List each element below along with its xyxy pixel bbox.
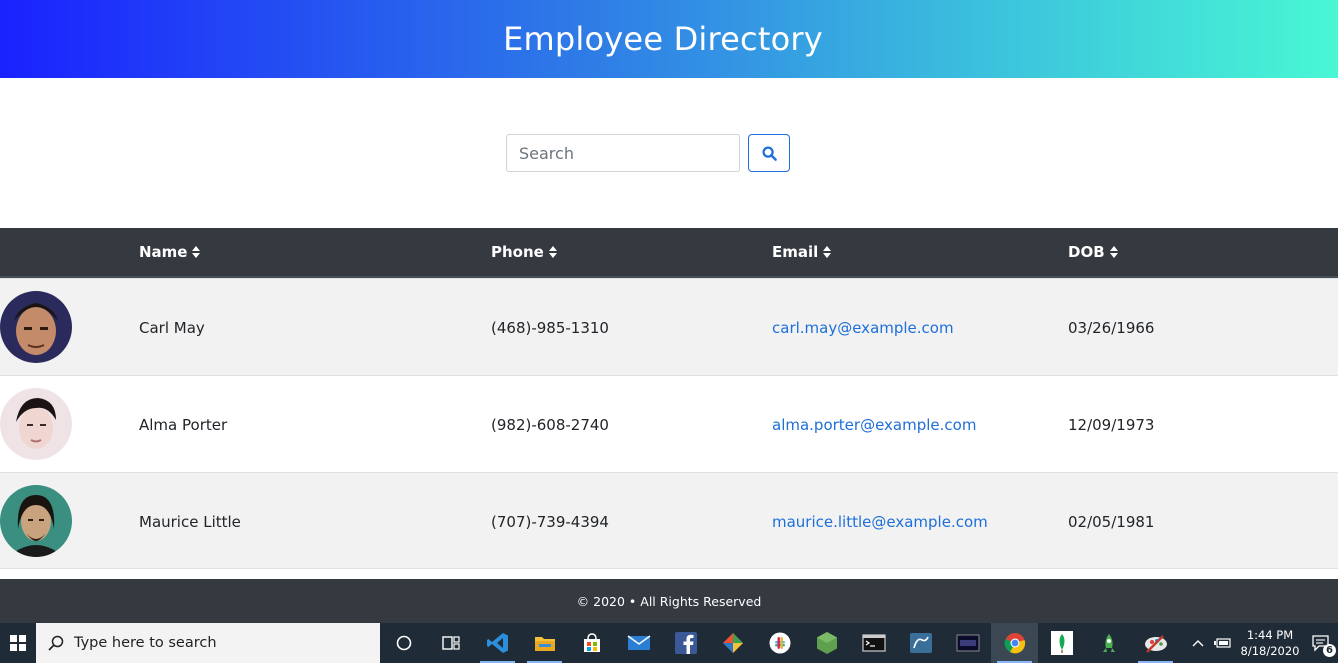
column-header-label: Email [772, 243, 819, 261]
robo3t-icon [1102, 634, 1115, 652]
battery-button[interactable] [1210, 623, 1236, 663]
employee-phone: (468)-985-1310 [491, 319, 609, 337]
avatar [0, 388, 72, 460]
taskbar-clock[interactable]: 1:44 PM 8/18/2020 [1236, 627, 1304, 659]
facebook-icon [674, 632, 697, 654]
employee-dob: 02/05/1981 [1068, 513, 1155, 531]
sort-icon [192, 246, 201, 258]
sort-icon [823, 246, 832, 258]
column-header-email[interactable]: Email [772, 243, 832, 261]
chevron-up-icon [1192, 640, 1204, 647]
employee-name: Alma Porter [139, 416, 228, 434]
taskbar-app-paint[interactable] [1132, 623, 1179, 663]
search-input[interactable] [506, 134, 740, 172]
windows-logo-icon [10, 635, 26, 651]
employee-table: Name Phone Email DOB Carl May (468)-985-… [0, 228, 1338, 569]
taskbar-app-git[interactable] [709, 623, 756, 663]
mysql-workbench-icon [909, 633, 932, 653]
nodejs-icon [816, 632, 837, 654]
taskbar-app-slack[interactable] [756, 623, 803, 663]
page: Employee Directory Name Phone Email [0, 0, 1338, 663]
avatar [0, 485, 72, 557]
mail-icon [627, 635, 650, 650]
task-view-icon [441, 636, 460, 650]
employee-name: Carl May [139, 319, 205, 337]
chrome-icon [1004, 633, 1025, 654]
employee-phone: (982)-608-2740 [491, 416, 609, 434]
paint-icon [1144, 635, 1167, 653]
column-header-phone[interactable]: Phone [491, 243, 558, 261]
clock-time: 1:44 PM [1246, 628, 1294, 642]
taskbar-app-facebook[interactable] [662, 623, 709, 663]
task-view-button[interactable] [427, 623, 474, 663]
taskbar-app-mail[interactable] [615, 623, 662, 663]
cortana-button[interactable] [380, 623, 427, 663]
taskbar-app-terminal-2[interactable] [944, 623, 991, 663]
column-header-label: Name [139, 243, 188, 261]
column-header-name[interactable]: Name [139, 243, 201, 261]
cortana-icon [396, 635, 411, 651]
page-title: Employee Directory [503, 20, 823, 58]
footer-copyright: © 2020 • All Rights Reserved [576, 593, 762, 609]
taskbar-app-vscode[interactable] [474, 623, 521, 663]
taskbar-app-mongodb[interactable] [1038, 623, 1085, 663]
taskbar-app-nodejs[interactable] [803, 623, 850, 663]
app-header: Employee Directory [0, 0, 1338, 78]
taskbar-app-chrome[interactable] [991, 623, 1038, 663]
taskbar-app-store[interactable] [568, 623, 615, 663]
file-explorer-icon [534, 637, 555, 651]
search-icon [48, 635, 64, 651]
mongodb-icon [1050, 631, 1073, 655]
taskbar-app-robo3t[interactable] [1085, 623, 1132, 663]
search-icon [761, 145, 777, 161]
employee-phone: (707)-739-4394 [491, 513, 609, 531]
terminal-dark-icon [956, 634, 979, 652]
search-form [506, 134, 790, 172]
windows-taskbar: Type here to search 1:44 PM 8/18/2020 6 [0, 623, 1338, 663]
vscode-icon [486, 633, 508, 653]
show-hidden-icons-button[interactable] [1186, 623, 1210, 663]
employee-email-link[interactable]: alma.porter@example.com [772, 416, 976, 434]
taskbar-app-mysql-workbench[interactable] [897, 623, 944, 663]
table-row: Carl May (468)-985-1310 carl.may@example… [0, 278, 1338, 375]
start-button[interactable] [0, 623, 36, 663]
employee-dob: 12/09/1973 [1068, 416, 1155, 434]
table-header: Name Phone Email DOB [0, 228, 1338, 278]
table-row: Alma Porter (982)-608-2740 alma.porter@e… [0, 375, 1338, 472]
notification-count-badge: 6 [1323, 644, 1336, 657]
action-center-button[interactable]: 6 [1304, 623, 1338, 663]
sort-icon [548, 246, 557, 258]
search-button[interactable] [748, 134, 790, 172]
employee-dob: 03/26/1966 [1068, 319, 1155, 337]
clock-date: 8/18/2020 [1240, 644, 1300, 658]
store-icon [583, 633, 600, 652]
terminal-icon [861, 634, 886, 652]
system-tray: 1:44 PM 8/18/2020 6 [1186, 623, 1338, 663]
employee-email-link[interactable]: maurice.little@example.com [772, 513, 988, 531]
column-header-label: Phone [491, 243, 544, 261]
slack-icon [769, 632, 790, 654]
footer: © 2020 • All Rights Reserved [0, 579, 1338, 623]
battery-icon [1214, 638, 1231, 648]
avatar [0, 291, 72, 363]
column-header-label: DOB [1068, 243, 1105, 261]
sort-icon [1109, 246, 1118, 258]
git-icon [722, 633, 743, 653]
employee-name: Maurice Little [139, 513, 241, 531]
employee-email-link[interactable]: carl.may@example.com [772, 319, 954, 337]
taskbar-app-file-explorer[interactable] [521, 623, 568, 663]
taskbar-search-placeholder: Type here to search [74, 635, 217, 651]
taskbar-app-terminal[interactable] [850, 623, 897, 663]
column-header-dob[interactable]: DOB [1068, 243, 1119, 261]
table-row: Maurice Little (707)-739-4394 maurice.li… [0, 472, 1338, 569]
taskbar-search-box[interactable]: Type here to search [36, 623, 380, 663]
